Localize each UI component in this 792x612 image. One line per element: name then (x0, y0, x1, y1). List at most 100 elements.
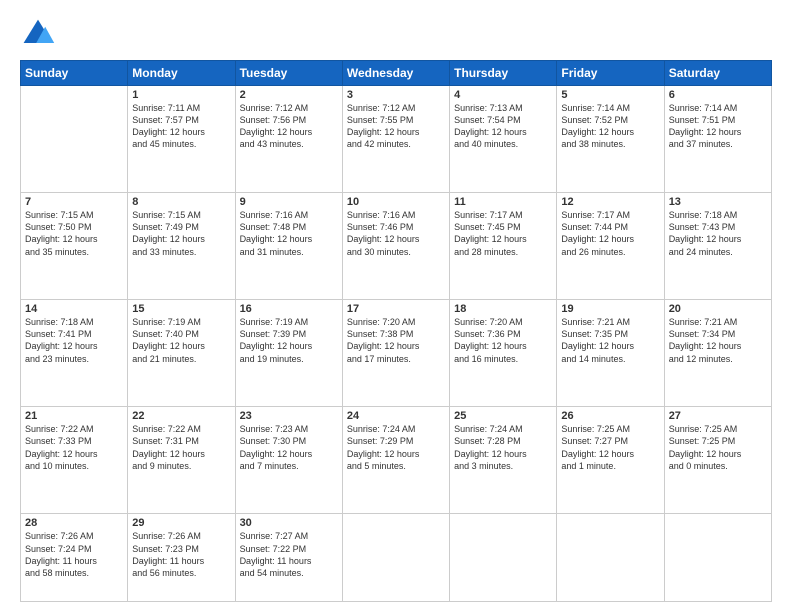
table-row: 17Sunrise: 7:20 AM Sunset: 7:38 PM Dayli… (342, 300, 449, 407)
day-info: Sunrise: 7:24 AM Sunset: 7:28 PM Dayligh… (454, 423, 552, 472)
table-row: 5Sunrise: 7:14 AM Sunset: 7:52 PM Daylig… (557, 86, 664, 193)
header (20, 16, 772, 52)
day-number: 8 (132, 196, 230, 208)
day-info: Sunrise: 7:14 AM Sunset: 7:51 PM Dayligh… (669, 102, 767, 151)
table-row: 24Sunrise: 7:24 AM Sunset: 7:29 PM Dayli… (342, 407, 449, 514)
table-row: 21Sunrise: 7:22 AM Sunset: 7:33 PM Dayli… (21, 407, 128, 514)
day-number: 22 (132, 410, 230, 422)
calendar-row: 21Sunrise: 7:22 AM Sunset: 7:33 PM Dayli… (21, 407, 772, 514)
day-number: 10 (347, 196, 445, 208)
table-row: 13Sunrise: 7:18 AM Sunset: 7:43 PM Dayli… (664, 193, 771, 300)
table-row: 16Sunrise: 7:19 AM Sunset: 7:39 PM Dayli… (235, 300, 342, 407)
day-info: Sunrise: 7:26 AM Sunset: 7:23 PM Dayligh… (132, 530, 230, 579)
day-number: 28 (25, 517, 123, 529)
table-row: 6Sunrise: 7:14 AM Sunset: 7:51 PM Daylig… (664, 86, 771, 193)
day-number: 20 (669, 303, 767, 315)
day-number: 27 (669, 410, 767, 422)
table-row: 9Sunrise: 7:16 AM Sunset: 7:48 PM Daylig… (235, 193, 342, 300)
day-info: Sunrise: 7:25 AM Sunset: 7:25 PM Dayligh… (669, 423, 767, 472)
table-row: 29Sunrise: 7:26 AM Sunset: 7:23 PM Dayli… (128, 514, 235, 602)
table-row: 19Sunrise: 7:21 AM Sunset: 7:35 PM Dayli… (557, 300, 664, 407)
table-row: 4Sunrise: 7:13 AM Sunset: 7:54 PM Daylig… (450, 86, 557, 193)
day-number: 5 (561, 89, 659, 101)
day-number: 9 (240, 196, 338, 208)
table-row (664, 514, 771, 602)
col-friday: Friday (557, 61, 664, 86)
day-info: Sunrise: 7:23 AM Sunset: 7:30 PM Dayligh… (240, 423, 338, 472)
day-info: Sunrise: 7:21 AM Sunset: 7:34 PM Dayligh… (669, 316, 767, 365)
day-info: Sunrise: 7:26 AM Sunset: 7:24 PM Dayligh… (25, 530, 123, 579)
day-info: Sunrise: 7:24 AM Sunset: 7:29 PM Dayligh… (347, 423, 445, 472)
table-row: 22Sunrise: 7:22 AM Sunset: 7:31 PM Dayli… (128, 407, 235, 514)
table-row: 2Sunrise: 7:12 AM Sunset: 7:56 PM Daylig… (235, 86, 342, 193)
table-row: 14Sunrise: 7:18 AM Sunset: 7:41 PM Dayli… (21, 300, 128, 407)
day-info: Sunrise: 7:11 AM Sunset: 7:57 PM Dayligh… (132, 102, 230, 151)
day-info: Sunrise: 7:16 AM Sunset: 7:48 PM Dayligh… (240, 209, 338, 258)
table-row: 7Sunrise: 7:15 AM Sunset: 7:50 PM Daylig… (21, 193, 128, 300)
col-tuesday: Tuesday (235, 61, 342, 86)
day-info: Sunrise: 7:14 AM Sunset: 7:52 PM Dayligh… (561, 102, 659, 151)
table-row: 27Sunrise: 7:25 AM Sunset: 7:25 PM Dayli… (664, 407, 771, 514)
table-row: 26Sunrise: 7:25 AM Sunset: 7:27 PM Dayli… (557, 407, 664, 514)
day-info: Sunrise: 7:13 AM Sunset: 7:54 PM Dayligh… (454, 102, 552, 151)
logo (20, 16, 60, 52)
col-sunday: Sunday (21, 61, 128, 86)
table-row: 1Sunrise: 7:11 AM Sunset: 7:57 PM Daylig… (128, 86, 235, 193)
table-row (21, 86, 128, 193)
day-number: 21 (25, 410, 123, 422)
day-info: Sunrise: 7:15 AM Sunset: 7:49 PM Dayligh… (132, 209, 230, 258)
day-number: 17 (347, 303, 445, 315)
calendar-row: 1Sunrise: 7:11 AM Sunset: 7:57 PM Daylig… (21, 86, 772, 193)
table-row: 10Sunrise: 7:16 AM Sunset: 7:46 PM Dayli… (342, 193, 449, 300)
col-thursday: Thursday (450, 61, 557, 86)
day-number: 23 (240, 410, 338, 422)
page: Sunday Monday Tuesday Wednesday Thursday… (0, 0, 792, 612)
day-info: Sunrise: 7:17 AM Sunset: 7:44 PM Dayligh… (561, 209, 659, 258)
table-row: 8Sunrise: 7:15 AM Sunset: 7:49 PM Daylig… (128, 193, 235, 300)
day-number: 26 (561, 410, 659, 422)
table-row: 28Sunrise: 7:26 AM Sunset: 7:24 PM Dayli… (21, 514, 128, 602)
day-info: Sunrise: 7:22 AM Sunset: 7:33 PM Dayligh… (25, 423, 123, 472)
day-number: 1 (132, 89, 230, 101)
table-row: 18Sunrise: 7:20 AM Sunset: 7:36 PM Dayli… (450, 300, 557, 407)
table-row: 3Sunrise: 7:12 AM Sunset: 7:55 PM Daylig… (342, 86, 449, 193)
day-number: 12 (561, 196, 659, 208)
day-info: Sunrise: 7:25 AM Sunset: 7:27 PM Dayligh… (561, 423, 659, 472)
day-number: 4 (454, 89, 552, 101)
table-row: 12Sunrise: 7:17 AM Sunset: 7:44 PM Dayli… (557, 193, 664, 300)
calendar-body: 1Sunrise: 7:11 AM Sunset: 7:57 PM Daylig… (21, 86, 772, 602)
table-row: 30Sunrise: 7:27 AM Sunset: 7:22 PM Dayli… (235, 514, 342, 602)
day-number: 25 (454, 410, 552, 422)
day-number: 11 (454, 196, 552, 208)
day-info: Sunrise: 7:17 AM Sunset: 7:45 PM Dayligh… (454, 209, 552, 258)
day-number: 19 (561, 303, 659, 315)
day-number: 6 (669, 89, 767, 101)
day-number: 16 (240, 303, 338, 315)
day-info: Sunrise: 7:27 AM Sunset: 7:22 PM Dayligh… (240, 530, 338, 579)
calendar-row: 28Sunrise: 7:26 AM Sunset: 7:24 PM Dayli… (21, 514, 772, 602)
day-number: 30 (240, 517, 338, 529)
calendar-row: 7Sunrise: 7:15 AM Sunset: 7:50 PM Daylig… (21, 193, 772, 300)
day-info: Sunrise: 7:12 AM Sunset: 7:56 PM Dayligh… (240, 102, 338, 151)
day-header-row: Sunday Monday Tuesday Wednesday Thursday… (21, 61, 772, 86)
day-info: Sunrise: 7:15 AM Sunset: 7:50 PM Dayligh… (25, 209, 123, 258)
table-row (557, 514, 664, 602)
table-row (342, 514, 449, 602)
day-number: 7 (25, 196, 123, 208)
day-info: Sunrise: 7:22 AM Sunset: 7:31 PM Dayligh… (132, 423, 230, 472)
day-info: Sunrise: 7:19 AM Sunset: 7:39 PM Dayligh… (240, 316, 338, 365)
table-row: 20Sunrise: 7:21 AM Sunset: 7:34 PM Dayli… (664, 300, 771, 407)
day-info: Sunrise: 7:16 AM Sunset: 7:46 PM Dayligh… (347, 209, 445, 258)
day-number: 13 (669, 196, 767, 208)
day-number: 24 (347, 410, 445, 422)
calendar: Sunday Monday Tuesday Wednesday Thursday… (20, 60, 772, 602)
logo-icon (20, 16, 56, 52)
day-info: Sunrise: 7:21 AM Sunset: 7:35 PM Dayligh… (561, 316, 659, 365)
day-number: 18 (454, 303, 552, 315)
day-number: 14 (25, 303, 123, 315)
table-row: 15Sunrise: 7:19 AM Sunset: 7:40 PM Dayli… (128, 300, 235, 407)
calendar-header: Sunday Monday Tuesday Wednesday Thursday… (21, 61, 772, 86)
day-info: Sunrise: 7:18 AM Sunset: 7:41 PM Dayligh… (25, 316, 123, 365)
day-info: Sunrise: 7:18 AM Sunset: 7:43 PM Dayligh… (669, 209, 767, 258)
day-info: Sunrise: 7:12 AM Sunset: 7:55 PM Dayligh… (347, 102, 445, 151)
